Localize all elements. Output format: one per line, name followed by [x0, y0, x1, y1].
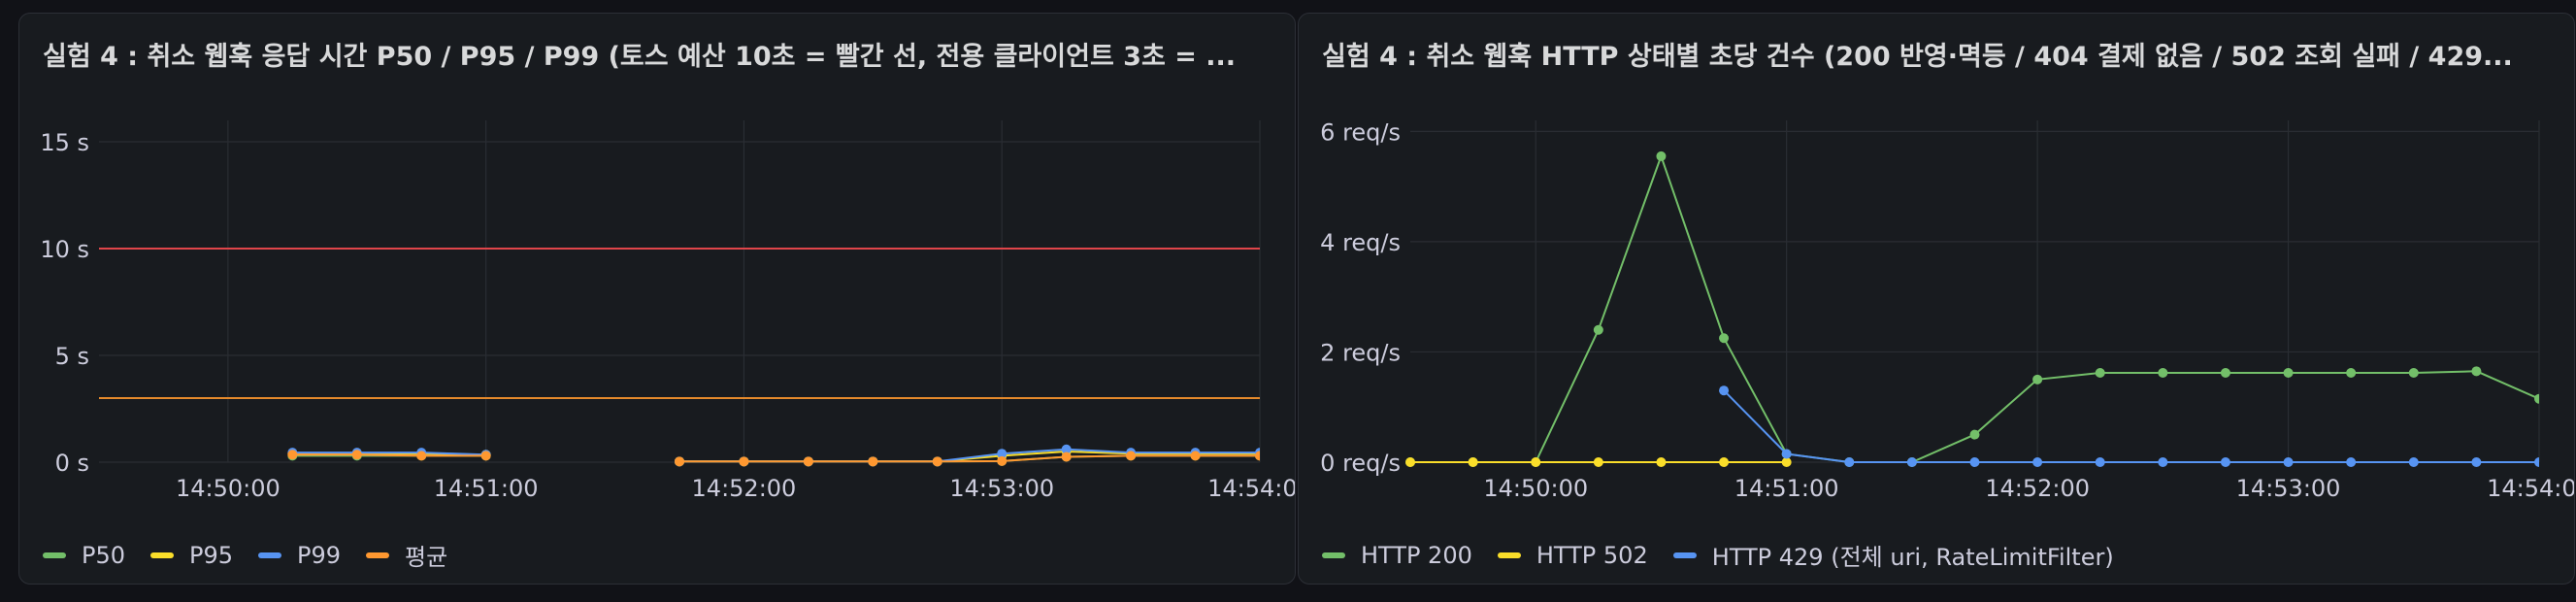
legend-item[interactable]: HTTP 200	[1322, 542, 1472, 569]
data-point[interactable]	[480, 451, 491, 461]
legend: HTTP 200 HTTP 502 HTTP 429 (전체 uri, RateLi…	[1322, 538, 2139, 572]
data-point[interactable]	[1781, 449, 1792, 459]
data-point[interactable]	[351, 450, 362, 460]
y-tick-label: 6 req/s	[1320, 118, 1401, 146]
legend-label: HTTP 502	[1536, 541, 1648, 569]
data-point[interactable]	[997, 455, 1007, 466]
data-point[interactable]	[1656, 457, 1667, 467]
legend-swatch	[150, 552, 175, 558]
data-point[interactable]	[2158, 368, 2168, 379]
series-line[interactable]	[1723, 389, 2575, 463]
y-tick-label: 15 s	[40, 129, 89, 156]
data-point[interactable]	[1061, 452, 1072, 462]
data-point[interactable]	[1593, 324, 1603, 335]
x-tick-label: 14:53:00	[2236, 475, 2341, 502]
data-point[interactable]	[1593, 457, 1603, 467]
data-point[interactable]	[868, 456, 878, 467]
legend-swatch	[1672, 552, 1697, 558]
legend: P50 P95 P99 평균	[43, 538, 473, 572]
legend-label: P50	[82, 541, 126, 569]
data-point[interactable]	[1969, 457, 1980, 467]
data-point[interactable]	[2534, 393, 2544, 404]
data-point[interactable]	[2408, 457, 2419, 467]
legend-label: HTTP 429 (전체 uri, RateLimitFilter)	[1711, 544, 2114, 571]
legend-swatch	[366, 552, 390, 558]
x-tick-label: 14:52:00	[1985, 475, 2090, 502]
data-point[interactable]	[2471, 366, 2482, 377]
data-point[interactable]	[739, 456, 749, 467]
legend-label: P95	[189, 541, 234, 569]
data-point[interactable]	[2408, 368, 2419, 379]
data-point[interactable]	[1405, 457, 1415, 467]
data-point[interactable]	[1719, 385, 1730, 396]
y-tick-label: 4 req/s	[1320, 229, 1401, 256]
data-point[interactable]	[2158, 457, 2168, 467]
chart-http-status[interactable]: 0 req/s 2 req/s 4 req/s 6 req/s 14:50:00 14:5…	[1299, 14, 2575, 585]
x-tick-label: 14:54:00	[1207, 475, 1296, 502]
x-tick-label: 14:53:00	[949, 475, 1054, 502]
data-point[interactable]	[2032, 457, 2043, 467]
data-point[interactable]	[287, 450, 298, 460]
legend-item[interactable]: P99	[258, 542, 341, 569]
legend-item[interactable]: P95	[150, 542, 233, 569]
legend-item[interactable]: HTTP 502	[1497, 541, 1648, 569]
legend-item[interactable]: HTTP 429 (전체 uri, RateLimitFilter)	[1672, 538, 2114, 572]
data-point[interactable]	[1719, 457, 1730, 467]
y-tick-label: 0 req/s	[1320, 450, 1401, 477]
data-point[interactable]	[932, 456, 942, 467]
x-tick-label: 14:51:00	[434, 475, 539, 502]
data-point[interactable]	[2095, 368, 2105, 379]
data-point[interactable]	[1781, 457, 1792, 467]
x-tick-label: 14:52:00	[692, 475, 797, 502]
panel-http-status[interactable]: 실험 4 : 취소 웹훅 HTTP 상태별 초당 건수 (200 반영·멱등 /…	[1298, 13, 2575, 585]
data-point[interactable]	[1190, 451, 1201, 461]
dashboard: 실험 4 : 취소 웹훅 응답 시간 P50 / P95 / P99 (토스 예…	[0, 0, 2576, 602]
x-tick-label: 14:54:00	[2487, 475, 2575, 502]
data-point[interactable]	[1844, 457, 1855, 467]
data-point[interactable]	[2471, 457, 2482, 467]
series-line[interactable]	[292, 453, 486, 457]
x-tick-label: 14:50:00	[176, 475, 281, 502]
x-tick-label: 14:51:00	[1734, 475, 1839, 502]
data-point[interactable]	[1656, 150, 1667, 161]
data-point[interactable]	[2220, 457, 2230, 467]
data-point[interactable]	[2095, 457, 2105, 467]
data-point[interactable]	[2283, 457, 2294, 467]
y-tick-label: 5 s	[55, 343, 89, 370]
legend-item[interactable]: P50	[43, 542, 125, 569]
y-tick-label: 2 req/s	[1320, 339, 1401, 366]
y-tick-label: 0 s	[55, 450, 89, 477]
series-line[interactable]	[1410, 152, 2575, 463]
legend-label: HTTP 200	[1361, 541, 1472, 569]
legend-item[interactable]: 평균	[366, 538, 447, 572]
data-point[interactable]	[1969, 429, 1980, 440]
legend-label: P99	[297, 541, 342, 569]
data-point[interactable]	[675, 456, 684, 467]
panel-response-time[interactable]: 실험 4 : 취소 웹훅 응답 시간 P50 / P95 / P99 (토스 예…	[18, 13, 1296, 585]
data-point[interactable]	[2032, 374, 2043, 385]
data-point[interactable]	[1255, 451, 1265, 461]
chart-response-time[interactable]: 0 s 5 s 10 s 15 s 14:50:00 14:51:00 14:52:00 14…	[19, 14, 1296, 585]
y-tick-label: 10 s	[40, 236, 89, 263]
data-point[interactable]	[416, 451, 427, 461]
legend-swatch	[43, 552, 66, 558]
data-point[interactable]	[1531, 457, 1541, 467]
data-point[interactable]	[2220, 368, 2230, 379]
data-point[interactable]	[2346, 457, 2357, 467]
data-point[interactable]	[803, 456, 813, 467]
x-tick-label: 14:50:00	[1483, 475, 1588, 502]
legend-label: 평균	[405, 544, 448, 571]
data-point[interactable]	[1719, 333, 1730, 344]
legend-swatch	[1497, 552, 1521, 558]
data-point[interactable]	[1126, 451, 1137, 461]
data-point[interactable]	[2534, 457, 2544, 467]
data-point[interactable]	[1906, 457, 1917, 467]
legend-swatch	[258, 552, 282, 558]
data-point[interactable]	[1468, 457, 1478, 467]
data-point[interactable]	[2346, 368, 2357, 379]
legend-swatch	[1322, 552, 1345, 558]
data-point[interactable]	[2283, 368, 2294, 379]
